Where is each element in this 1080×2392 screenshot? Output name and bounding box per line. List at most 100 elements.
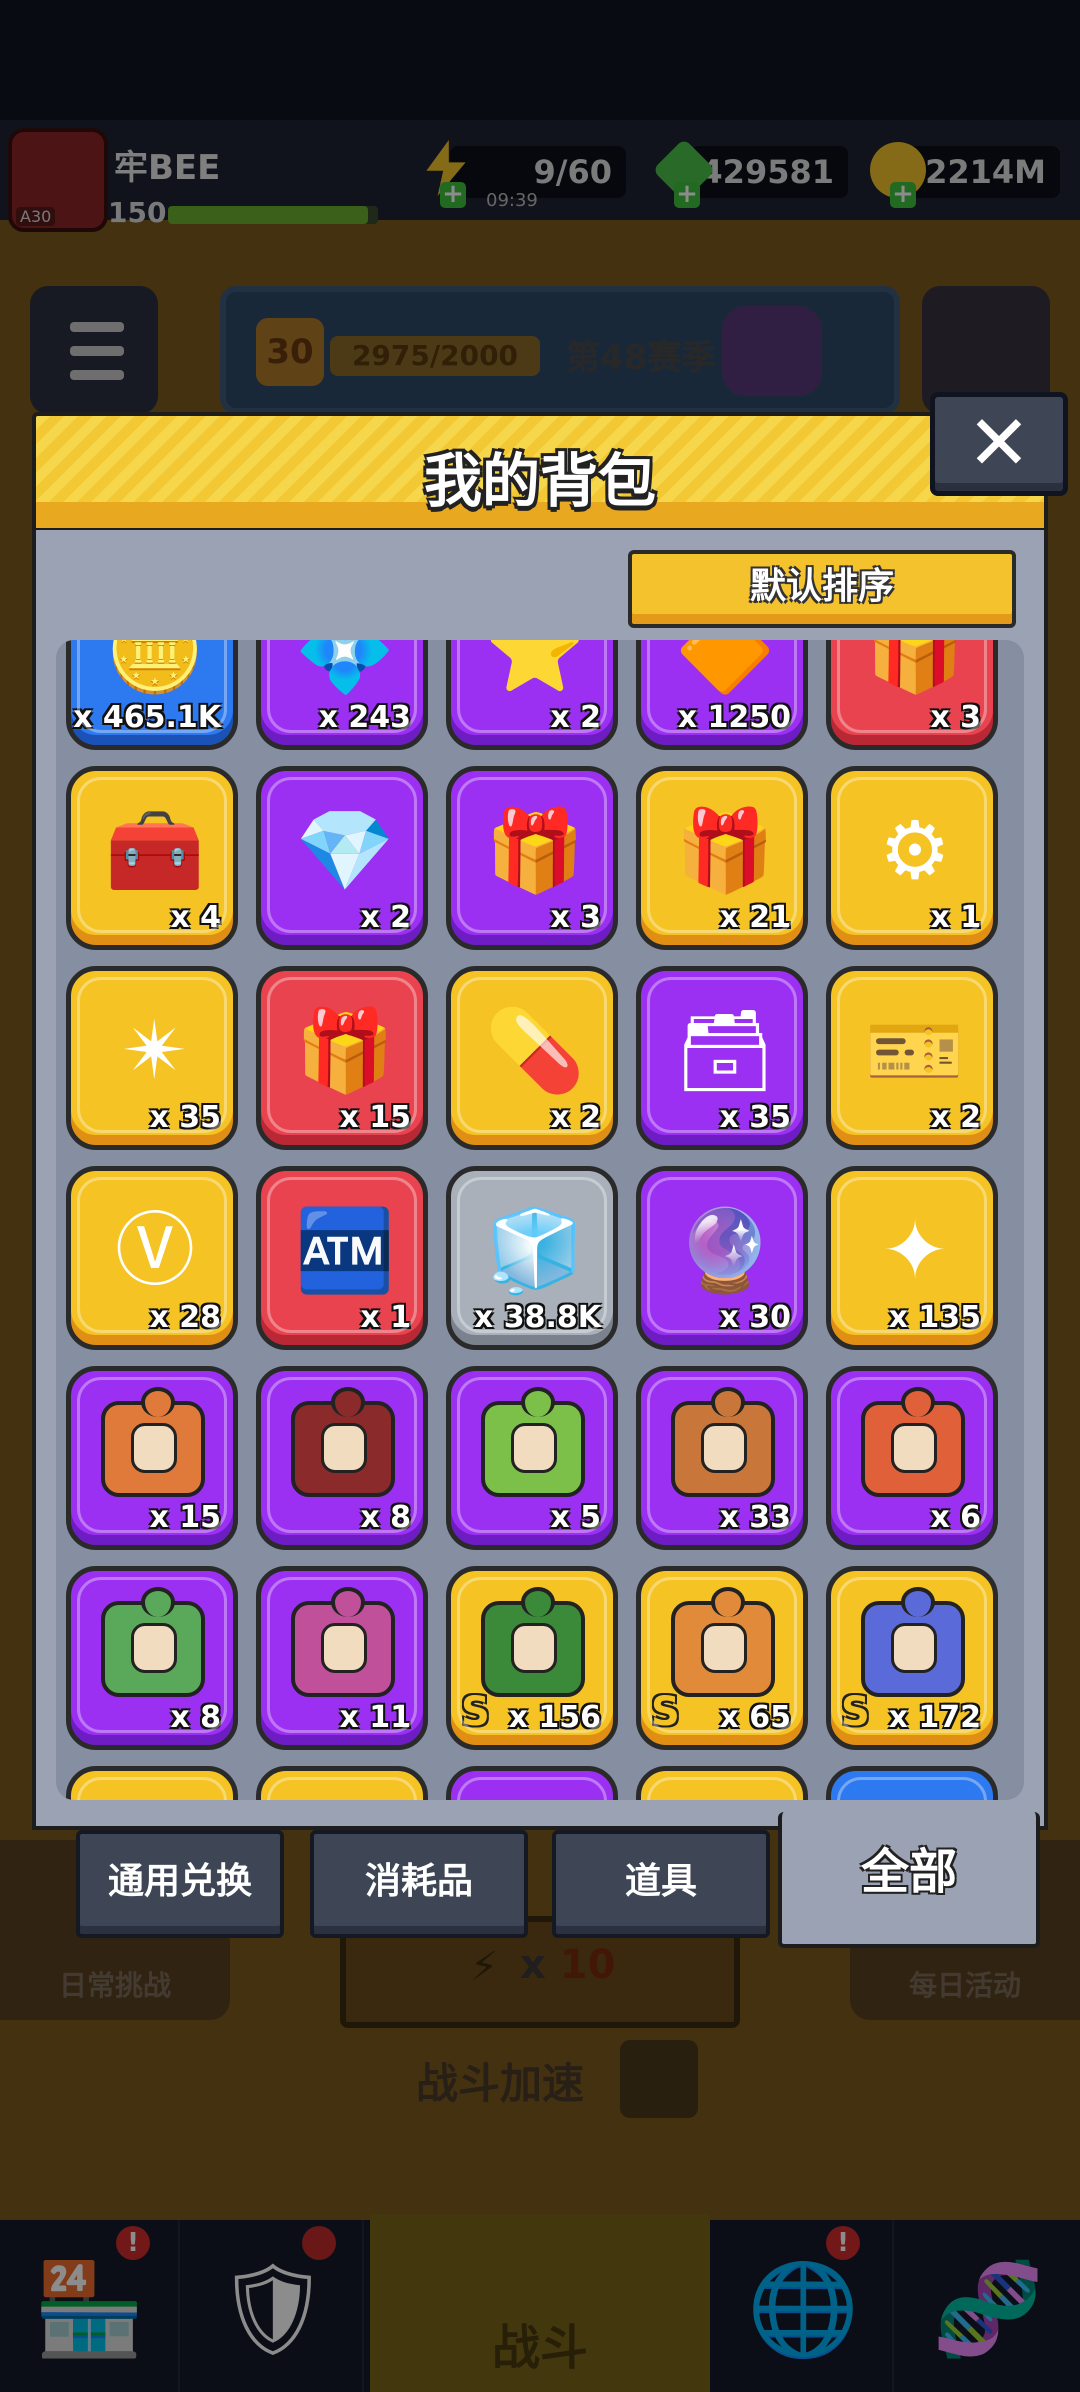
gold-star-icon: ✦ xyxy=(881,1204,949,1297)
tab-2[interactable]: 道具 xyxy=(552,1830,770,1938)
ticket-icon: 🎫 xyxy=(865,1004,965,1097)
item-count: x 2 xyxy=(360,900,411,935)
purple-item-icon: ⭐ xyxy=(485,640,585,697)
gem-orb-icon: 🔮 xyxy=(675,1204,775,1297)
item-slot[interactable]: Sx 65 xyxy=(636,1566,808,1750)
item-slot[interactable]: x 15 xyxy=(66,1366,238,1550)
item-slot[interactable]: 🪙 x 465.1K xyxy=(66,640,238,750)
item-count: x 35 xyxy=(719,1100,791,1135)
item-slot[interactable]: x 8 xyxy=(256,1366,428,1550)
item-slot[interactable]: x 8 xyxy=(66,1566,238,1750)
item-count: x 2 xyxy=(930,1100,981,1135)
close-icon: ✕ xyxy=(967,398,1031,487)
backpack-header: 我的背包 xyxy=(32,412,1048,532)
item-slot[interactable]: ✦ x 135 xyxy=(826,1166,998,1350)
item-slot[interactable]: ⭐ x 2 xyxy=(446,640,618,750)
item-count: x 15 xyxy=(149,1500,221,1535)
orange-gift-box-icon: 🎁 xyxy=(675,804,775,897)
hero-puzzle-icon xyxy=(101,1587,205,1697)
item-slot[interactable]: 🧩 xyxy=(826,1766,998,1800)
s-hero-puzzle-icon xyxy=(861,1587,965,1697)
sort-button-label: 默认排序 xyxy=(749,566,894,607)
backpack-title: 我的背包 xyxy=(423,447,656,515)
item-slot[interactable]: 🎁 x 15 xyxy=(256,966,428,1150)
item-slot[interactable]: x 11 xyxy=(256,1566,428,1750)
item-slot[interactable]: 💎 x 2 xyxy=(256,766,428,950)
hero-puzzle-icon xyxy=(291,1587,395,1697)
item-slot[interactable]: 🔶 x 1250 xyxy=(636,640,808,750)
item-count: x 11 xyxy=(339,1700,411,1735)
sort-button[interactable]: 默认排序 xyxy=(628,550,1016,628)
purple-item-icon: 💠 xyxy=(295,640,395,697)
lotus-icon: 🌸 xyxy=(481,1797,589,1800)
item-count: x 1 xyxy=(930,900,981,935)
item-count: x 21 xyxy=(719,900,791,935)
item-slot[interactable]: ✴ x 35 xyxy=(66,966,238,1150)
s-hero-puzzle-icon xyxy=(481,1587,585,1697)
item-slot[interactable]: 🧩 xyxy=(66,1766,238,1800)
diamond-card-icon: 💎 xyxy=(295,804,395,897)
item-slot[interactable]: 🎫 x 2 xyxy=(826,966,998,1150)
hero-puzzle-icon xyxy=(671,1387,775,1497)
item-count: x 28 xyxy=(149,1300,221,1335)
item-slot[interactable]: 💊 x 2 xyxy=(446,966,618,1150)
item-slot[interactable]: x 33 xyxy=(636,1366,808,1550)
item-slot[interactable]: 🧊 x 38.8K xyxy=(446,1166,618,1350)
item-slot[interactable]: 🟨 xyxy=(636,1766,808,1800)
s-hero-puzzle-icon xyxy=(671,1587,775,1697)
gold-chest-icon: 🧰 xyxy=(105,804,205,897)
rank-s-mark: S xyxy=(841,1689,870,1735)
purple-chest-icon: 🗃 xyxy=(674,1004,776,1097)
tab-label: 通用兑换 xyxy=(107,1861,252,1902)
item-grid: 🪙 x 465.1K 💠 x 243 ⭐ x 2 🔶 x 1250 🎁 x 3 🧰 x 4 💎 x 2 🎁 x… xyxy=(66,640,998,1800)
item-slot[interactable]: Ⓥx 28 xyxy=(66,1166,238,1350)
tab-0[interactable]: 通用兑换 xyxy=(76,1830,284,1938)
item-count: x 5 xyxy=(550,1500,601,1535)
item-count: x 172 xyxy=(888,1700,981,1735)
blue-puzzle-icon: 🧩 xyxy=(101,1797,209,1800)
item-slot[interactable]: ⚙ x 1 xyxy=(826,766,998,950)
item-count: x 65 xyxy=(719,1700,791,1735)
item-slot[interactable]: Sx 156 xyxy=(446,1566,618,1750)
item-count: x 8 xyxy=(170,1700,221,1735)
tab-1[interactable]: 消耗品 xyxy=(310,1830,528,1938)
coin-pile-icon: 🪙 xyxy=(105,640,205,697)
vending-machine-icon: 🏧 xyxy=(295,1204,395,1297)
item-slot[interactable]: 🌸 xyxy=(446,1766,618,1800)
blue-puzzle-icon: 🧩 xyxy=(861,1797,969,1800)
item-slot[interactable]: 🗃 x 35 xyxy=(636,966,808,1150)
item-count: x 1250 xyxy=(677,700,791,735)
item-grid-scroll[interactable]: 🪙 x 465.1K 💠 x 243 ⭐ x 2 🔶 x 1250 🎁 x 3 🧰 x 4 💎 x 2 🎁 x… xyxy=(56,640,1024,1800)
item-count: x 38.8K xyxy=(473,1300,601,1335)
item-slot[interactable]: 🧩 xyxy=(256,1766,428,1800)
item-slot[interactable]: 🧰 x 4 xyxy=(66,766,238,950)
red-gift-box-icon: 🎁 xyxy=(295,1004,395,1097)
star-crystal-icon: ✴ xyxy=(121,1004,189,1097)
hero-puzzle-icon xyxy=(291,1387,395,1497)
item-count: x 6 xyxy=(930,1500,981,1535)
tab-label: 全部 xyxy=(860,1844,957,1900)
capsule-pill-icon: 💊 xyxy=(485,1004,585,1097)
item-slot[interactable]: Sx 172 xyxy=(826,1566,998,1750)
item-slot[interactable]: x 5 xyxy=(446,1366,618,1550)
hero-puzzle-icon xyxy=(101,1387,205,1497)
red-item-icon: 🎁 xyxy=(865,640,965,697)
gear-core-icon: ⚙ xyxy=(879,804,951,897)
item-slot[interactable]: x 6 xyxy=(826,1366,998,1550)
hero-puzzle-icon xyxy=(481,1387,585,1497)
item-count: x 156 xyxy=(508,1700,601,1735)
v-coin-icon: Ⓥ xyxy=(115,1204,195,1297)
item-slot[interactable]: 🎁 x 3 xyxy=(826,640,998,750)
close-button[interactable]: ✕ xyxy=(930,392,1068,496)
tab-3[interactable]: 全部 xyxy=(778,1812,1040,1948)
tab-label: 道具 xyxy=(624,1861,697,1902)
purple-item-icon: 🔶 xyxy=(675,640,775,697)
item-slot[interactable]: 🏧 x 1 xyxy=(256,1166,428,1350)
item-slot[interactable]: 🔮 x 30 xyxy=(636,1166,808,1350)
item-count: x 33 xyxy=(719,1500,791,1535)
item-slot[interactable]: 💠 x 243 xyxy=(256,640,428,750)
item-slot[interactable]: 🎁 x 3 xyxy=(446,766,618,950)
item-count: x 465.1K xyxy=(73,700,221,735)
item-slot[interactable]: 🎁 x 21 xyxy=(636,766,808,950)
item-count: x 8 xyxy=(360,1500,411,1535)
